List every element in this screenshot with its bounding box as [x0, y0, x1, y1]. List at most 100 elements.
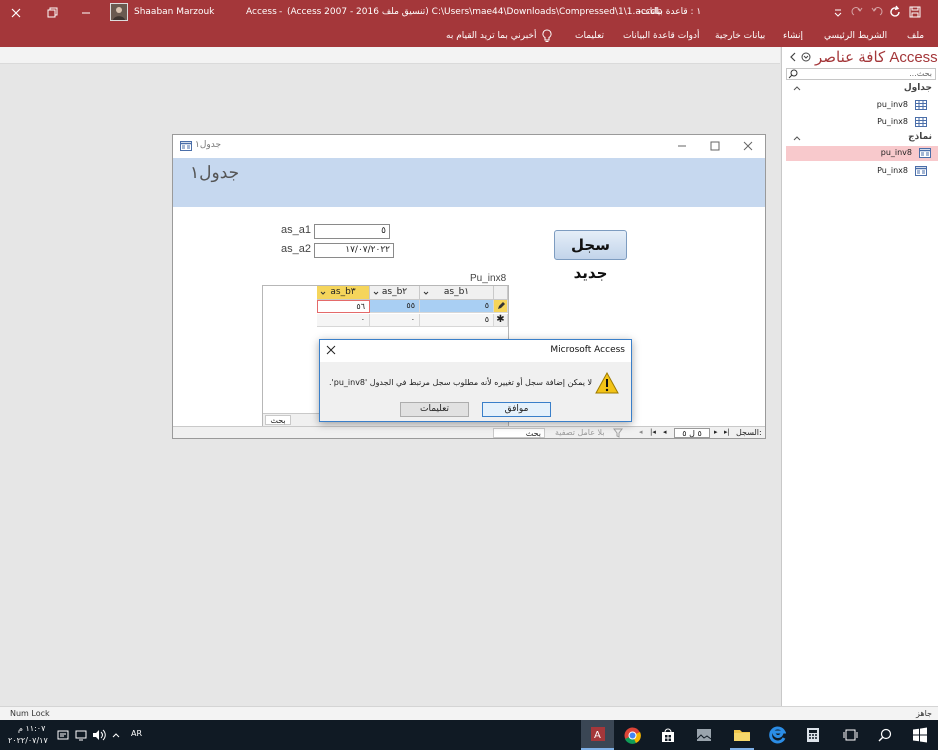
status-ready: جاهز	[915, 709, 932, 718]
file-path: (Access 2007 - 2016 تنسيق ملف) C:\Users\…	[287, 7, 663, 17]
help-button[interactable]: تعليمات	[400, 402, 469, 417]
volume-icon[interactable]	[92, 729, 106, 741]
table-row[interactable]: ٥٦ ٥٥ ٥	[263, 300, 508, 314]
ribbon-tabs: أخبرني بما تريد القيام به تعليمات أدوات …	[0, 25, 938, 47]
chevron-down-icon[interactable]	[373, 290, 379, 296]
tab-create[interactable]: إنشاء	[783, 25, 803, 47]
new-record-selector[interactable]: ✱	[494, 314, 508, 327]
nav-next-button[interactable]: ◂	[663, 427, 667, 438]
nav-item-table-pu-inv8[interactable]: pu_inv8	[782, 98, 938, 113]
nav-search-box[interactable]: بحث...	[786, 68, 936, 80]
start-menu-icon[interactable]	[912, 727, 928, 743]
select-all-cell[interactable]	[494, 286, 508, 300]
cell-as-b1[interactable]: ٥	[420, 314, 494, 327]
new-record-button[interactable]: سجل جديد	[554, 230, 627, 282]
dialog-message: لا يمكن إضافة سجل أو تغييره لأنه مطلوب س…	[329, 378, 593, 387]
collapse-pane-icon[interactable]	[788, 51, 798, 63]
group-tables-label[interactable]: جداول	[904, 83, 932, 93]
table-row[interactable]: ٠ ٠ ٥ ✱	[263, 314, 508, 328]
navigation-pane: كافة عناصر Access بحث... جداول pu_inv8 P…	[781, 47, 938, 706]
restore-window-icon[interactable]	[44, 5, 60, 21]
clock-time[interactable]: ١١:٠٧ م	[18, 724, 45, 733]
edge-app-icon[interactable]	[769, 726, 786, 744]
app-name: Access	[246, 7, 277, 17]
field-as-a2-input[interactable]: ١٧/٠٧/٢٠٢٢	[314, 243, 394, 258]
notifications-icon[interactable]	[57, 729, 69, 741]
warning-icon	[595, 372, 619, 394]
column-header-label: as_b٣	[330, 287, 356, 297]
input-language[interactable]: AR	[131, 729, 142, 738]
redo-icon[interactable]	[850, 5, 864, 19]
taskbar-file-explorer[interactable]	[730, 720, 754, 750]
cell-as-b1[interactable]: ٥	[420, 300, 494, 313]
save-icon[interactable]	[908, 5, 922, 19]
cell-as-b3[interactable]: ٠	[317, 314, 370, 327]
folder-icon	[733, 728, 751, 742]
field-as-a1-input[interactable]: ٥	[314, 224, 390, 239]
chevron-up-icon[interactable]	[792, 84, 802, 92]
store-app-icon[interactable]	[660, 727, 676, 743]
search-icon	[788, 69, 798, 79]
refresh-icon[interactable]	[888, 5, 902, 19]
nav-end-button[interactable]: ▸|	[724, 427, 730, 438]
nav-item-label: Pu_inx8	[877, 117, 908, 126]
filter-status[interactable]: بلا عامل تصفية	[555, 427, 605, 438]
tell-me-box[interactable]: أخبرني بما تريد القيام به	[446, 25, 537, 47]
chrome-app-icon[interactable]	[624, 727, 641, 744]
form-icon	[915, 166, 927, 176]
ok-button[interactable]: موافق	[482, 402, 551, 417]
svg-text:A: A	[594, 730, 601, 741]
nav-item-form-pu-inx8[interactable]: Pu_inx8	[782, 164, 938, 179]
tab-home[interactable]: الشريط الرئيسي	[824, 25, 887, 47]
chevron-up-icon[interactable]	[792, 134, 802, 142]
chevron-down-icon[interactable]	[320, 290, 326, 296]
record-position-box[interactable]: ٥ ل ٥	[674, 428, 710, 438]
user-name[interactable]: Shaaban Marzouk	[134, 0, 214, 25]
lightbulb-icon[interactable]	[541, 29, 553, 43]
nav-menu-icon[interactable]	[801, 52, 811, 62]
cell-as-b2[interactable]: ٠	[370, 314, 420, 327]
subform-search-box[interactable]: بحث	[265, 415, 291, 425]
filter-icon[interactable]	[613, 428, 623, 438]
tab-external-data[interactable]: بيانات خارجية	[715, 25, 765, 47]
table-icon	[915, 100, 927, 110]
maximize-window-icon[interactable]	[709, 140, 721, 152]
nav-item-form-pu-inv8[interactable]: pu_inv8	[786, 146, 938, 161]
record-selector[interactable]	[494, 300, 508, 313]
minimize-window-icon[interactable]	[78, 5, 94, 21]
close-window-icon[interactable]	[8, 5, 24, 21]
close-form-icon[interactable]	[742, 140, 754, 152]
field-as-a2-value: ١٧/٠٧/٢٠٢٢	[345, 245, 390, 255]
clock-date[interactable]: ٢٠٢٢/٠٧/١٧	[8, 736, 48, 745]
nav-item-table-pu-inx8[interactable]: Pu_inx8	[782, 115, 938, 130]
search-icon[interactable]	[878, 728, 892, 742]
tab-file[interactable]: ملف	[907, 25, 924, 47]
nav-first-button[interactable]: ◂	[639, 427, 643, 438]
taskbar-access-app[interactable]: A	[581, 720, 614, 750]
nav-prev-button[interactable]: |◂	[650, 427, 656, 438]
nav-last-button[interactable]: ▸	[714, 427, 718, 438]
chevron-down-icon[interactable]	[423, 290, 429, 296]
show-hidden-icons[interactable]	[111, 730, 121, 740]
form-icon	[919, 148, 931, 158]
user-avatar[interactable]	[110, 3, 128, 21]
minimize-window-icon[interactable]	[676, 140, 688, 152]
tab-help[interactable]: تعليمات	[575, 25, 604, 47]
undo-icon[interactable]	[870, 5, 884, 19]
record-search-box[interactable]: بحث	[493, 428, 545, 438]
table-icon	[915, 117, 927, 127]
dialog-close-icon[interactable]	[325, 344, 337, 356]
photos-app-icon[interactable]	[696, 728, 712, 742]
tab-database-tools[interactable]: أدوات قاعدة البيانات	[623, 25, 700, 47]
column-header-label: as_b١	[443, 287, 470, 297]
form-window-titlebar[interactable]: جدول١	[173, 135, 765, 158]
group-forms-label[interactable]: نماذج	[908, 132, 932, 142]
column-header-as-b1[interactable]: as_b١	[420, 286, 494, 300]
nav-pane-title[interactable]: كافة عناصر Access	[815, 48, 938, 66]
task-view-icon[interactable]	[843, 728, 858, 742]
cell-as-b3[interactable]: ٥٦	[317, 300, 370, 313]
calculator-app-icon[interactable]	[806, 727, 820, 743]
network-icon[interactable]	[75, 729, 87, 741]
cell-as-b2[interactable]: ٥٥	[370, 300, 420, 313]
customize-qat-icon[interactable]	[832, 6, 844, 18]
